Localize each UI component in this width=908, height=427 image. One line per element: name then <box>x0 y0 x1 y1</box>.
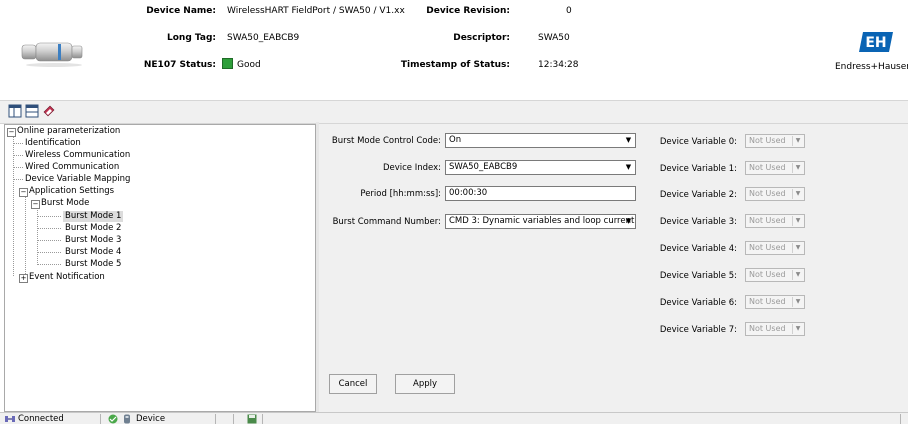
device-variable-1-select[interactable]: Not Used ▼ <box>745 161 805 175</box>
expand-event-notification-icon[interactable]: + <box>19 274 28 283</box>
ne107-status-indicator-icon <box>222 58 233 69</box>
tree-item-online-parameterization[interactable]: Online parameterization <box>17 126 120 137</box>
toolbar <box>0 100 908 124</box>
period-input[interactable]: 00:00:30 <box>445 186 636 201</box>
device-variable-3-label: Device Variable 3: <box>659 217 737 227</box>
device-variable-7-select[interactable]: Not Used ▼ <box>745 322 805 336</box>
chevron-down-icon[interactable]: ▼ <box>792 243 803 253</box>
device-variable-6-label: Device Variable 6: <box>659 298 737 308</box>
device-variable-1-value: Not Used <box>749 163 786 172</box>
device-index-select[interactable]: SWA50_EABCB9 ▼ <box>445 160 636 175</box>
burst-mode-control-code-label: Burst Mode Control Code: <box>331 136 441 146</box>
device-variable-3-select[interactable]: Not Used ▼ <box>745 214 805 228</box>
endress-hauser-logo-icon: EH <box>859 32 893 52</box>
long-tag-label: Long Tag: <box>167 33 216 43</box>
tree-item-identification[interactable]: Identification <box>25 138 81 149</box>
device-variable-4-value: Not Used <box>749 243 786 252</box>
device-variable-2-label: Device Variable 2: <box>659 190 737 200</box>
chevron-down-icon[interactable]: ▼ <box>792 136 803 146</box>
device-variable-5-select[interactable]: Not Used ▼ <box>745 268 805 282</box>
device-variable-0-value: Not Used <box>749 136 786 145</box>
chevron-down-icon[interactable]: ▼ <box>792 324 803 334</box>
chevron-down-icon[interactable]: ▼ <box>624 163 633 172</box>
device-variable-0-label: Device Variable 0: <box>659 137 737 147</box>
chevron-down-icon[interactable]: ▼ <box>792 163 803 173</box>
chevron-down-icon[interactable]: ▼ <box>624 217 633 226</box>
device-header: Device Name: WirelessHART FieldPort / SW… <box>0 0 908 99</box>
device-variable-5-label: Device Variable 5: <box>659 271 737 281</box>
device-index-value: SWA50_EABCB9 <box>449 162 518 172</box>
device-variable-7-value: Not Used <box>749 324 786 333</box>
long-tag-value: SWA50_EABCB9 <box>227 33 300 43</box>
device-variable-3-value: Not Used <box>749 216 786 225</box>
chevron-down-icon[interactable]: ▼ <box>792 270 803 280</box>
timestamp-label: Timestamp of Status: <box>400 60 510 70</box>
burst-command-number-select[interactable]: CMD 3: Dynamic variables and loop curren… <box>445 214 636 229</box>
device-name-label: Device Name: <box>146 6 216 16</box>
save-status-icon <box>247 414 257 427</box>
period-label: Period [hh:mm:ss]: <box>360 189 441 199</box>
device-revision-value: 0 <box>566 6 572 16</box>
device-variable-4-select[interactable]: Not Used ▼ <box>745 241 805 255</box>
device-variable-2-value: Not Used <box>749 189 786 198</box>
tree-item-burst-mode-5[interactable]: Burst Mode 5 <box>65 259 121 270</box>
layout-icon[interactable] <box>8 104 22 118</box>
window-icon[interactable] <box>25 104 39 118</box>
device-variable-6-value: Not Used <box>749 297 786 306</box>
tree-item-burst-mode-2[interactable]: Burst Mode 2 <box>65 223 121 234</box>
tree-item-device-variable-mapping[interactable]: Device Variable Mapping <box>25 174 130 185</box>
apply-button[interactable]: Apply <box>395 374 455 394</box>
ne107-status-value: Good <box>237 60 261 70</box>
tree-item-wired-communication[interactable]: Wired Communication <box>25 162 119 173</box>
chevron-down-icon[interactable]: ▼ <box>792 297 803 307</box>
tree-item-burst-mode-4[interactable]: Burst Mode 4 <box>65 247 121 258</box>
tree-item-event-notification[interactable]: Event Notification <box>29 272 105 283</box>
chevron-down-icon[interactable]: ▼ <box>624 136 633 145</box>
device-variable-6-select[interactable]: Not Used ▼ <box>745 295 805 309</box>
book-icon[interactable] <box>42 104 56 118</box>
tree-item-burst-mode-3[interactable]: Burst Mode 3 <box>65 235 121 246</box>
device-variable-1-label: Device Variable 1: <box>659 164 737 174</box>
period-value: 00:00:30 <box>449 188 488 198</box>
device-variable-7-label: Device Variable 7: <box>659 325 737 335</box>
burst-command-number-value: CMD 3: Dynamic variables and loop curren… <box>449 216 635 226</box>
connection-icon <box>4 414 16 427</box>
collapse-burst-mode-icon[interactable]: − <box>31 200 40 209</box>
collapse-online-icon[interactable]: − <box>7 128 16 137</box>
device-variable-4-label: Device Variable 4: <box>659 244 737 254</box>
burst-mode-panel: Burst Mode Control Code: On ▼ Device Ind… <box>319 124 908 412</box>
navigation-tree: − Online parameterization Identification… <box>4 124 316 412</box>
descriptor-label: Descriptor: <box>453 33 510 43</box>
device-ok-icon <box>107 414 119 427</box>
tree-item-burst-mode[interactable]: Burst Mode <box>41 198 89 209</box>
device-image <box>21 42 83 67</box>
cancel-button[interactable]: Cancel <box>329 374 377 394</box>
timestamp-value: 12:34:28 <box>538 60 579 70</box>
brand-name: Endress+Hauser <box>835 62 908 72</box>
descriptor-value: SWA50 <box>538 33 570 43</box>
device-variable-0-select[interactable]: Not Used ▼ <box>745 134 805 148</box>
device-revision-label: Device Revision: <box>426 6 510 16</box>
burst-mode-control-code-select[interactable]: On ▼ <box>445 133 636 148</box>
device-variable-2-select[interactable]: Not Used ▼ <box>745 187 805 201</box>
tree-item-application-settings[interactable]: Application Settings <box>29 186 114 197</box>
burst-mode-control-code-value: On <box>449 135 462 145</box>
ne107-status-label: NE107 Status: <box>143 60 216 70</box>
chevron-down-icon[interactable]: ▼ <box>792 189 803 199</box>
tree-item-wireless-communication[interactable]: Wireless Communication <box>25 150 130 161</box>
tree-item-burst-mode-1[interactable]: Burst Mode 1 <box>63 211 124 222</box>
device-name-value: WirelessHART FieldPort / SWA50 / V1.xx <box>227 6 405 16</box>
status-bar: Connected Device <box>0 412 908 424</box>
device-index-label: Device Index: <box>382 163 441 173</box>
device-variable-5-value: Not Used <box>749 270 786 279</box>
burst-command-number-label: Burst Command Number: <box>332 217 441 227</box>
device-icon <box>123 414 131 427</box>
collapse-application-settings-icon[interactable]: − <box>19 188 28 197</box>
svg-text:EH: EH <box>865 35 886 51</box>
chevron-down-icon[interactable]: ▼ <box>792 216 803 226</box>
